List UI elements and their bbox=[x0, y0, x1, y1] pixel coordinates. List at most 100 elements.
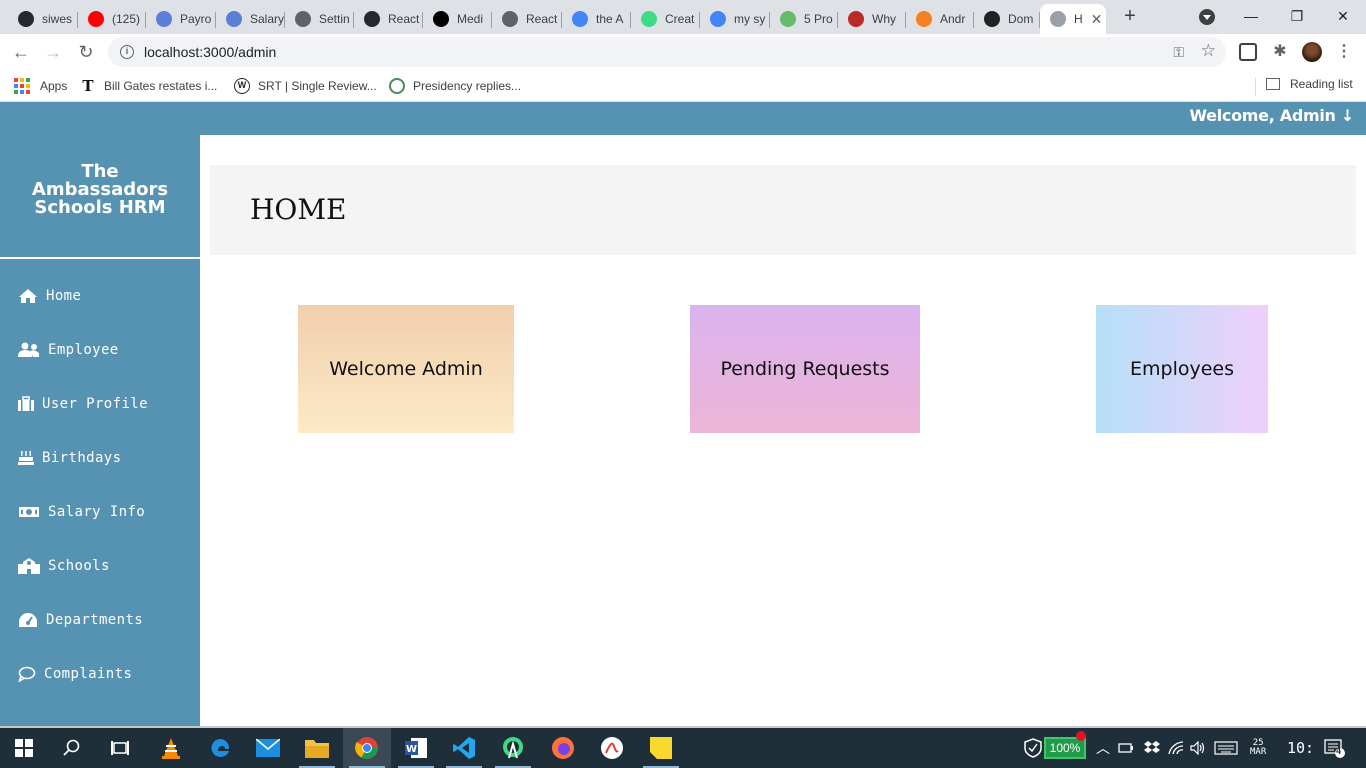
address-bar[interactable]: i localhost:3000/admin ⚿ ☆ bbox=[108, 37, 1226, 67]
chrome-icon[interactable] bbox=[343, 728, 391, 768]
minimize-button[interactable]: — bbox=[1228, 4, 1274, 28]
vlc-icon[interactable] bbox=[147, 728, 195, 768]
money-bill-icon bbox=[18, 504, 40, 520]
reload-icon[interactable]: ↻ bbox=[74, 40, 98, 64]
action-center-icon[interactable]: 4 bbox=[1324, 728, 1346, 768]
sidebar: The Ambassadors Schools HRM Home Employe… bbox=[0, 135, 200, 727]
defender-icon[interactable] bbox=[1024, 728, 1042, 768]
employees-card[interactable]: Employees bbox=[1096, 305, 1268, 433]
android-studio-icon[interactable] bbox=[489, 728, 537, 768]
reading-list-button[interactable]: Reading list bbox=[1266, 77, 1353, 91]
tab-label: Settin bbox=[319, 12, 350, 26]
tab-search-icon[interactable] bbox=[1199, 9, 1215, 25]
briefcase-icon bbox=[18, 396, 34, 412]
firefox-icon[interactable] bbox=[539, 728, 587, 768]
vscode-icon[interactable] bbox=[440, 728, 488, 768]
welcome-dropdown[interactable]: Welcome, Admin ↓ bbox=[1189, 106, 1354, 125]
restore-button[interactable]: ❐ bbox=[1274, 4, 1320, 28]
key-icon[interactable]: ⚿ bbox=[1173, 44, 1184, 61]
url-text[interactable]: localhost:3000/admin bbox=[144, 44, 276, 60]
google-icon bbox=[710, 11, 726, 27]
birthday-cake-icon bbox=[18, 450, 34, 466]
bookmark-star-icon[interactable]: ☆ bbox=[1201, 41, 1216, 61]
browser-tab[interactable]: the A bbox=[562, 4, 631, 34]
browser-tab[interactable]: Why bbox=[838, 4, 906, 34]
browser-tab[interactable]: siwes bbox=[8, 4, 78, 34]
globe-icon bbox=[156, 11, 172, 27]
tab-label: siwes bbox=[42, 12, 73, 26]
sidebar-item-employee[interactable]: Employee bbox=[18, 338, 119, 362]
keyboard-icon[interactable] bbox=[1214, 728, 1238, 768]
chevron-up-icon[interactable]: ︿ bbox=[1096, 728, 1110, 768]
school-icon bbox=[18, 558, 40, 574]
tab-label: Creat bbox=[665, 12, 695, 26]
browser-tab[interactable]: Settin bbox=[285, 4, 354, 34]
stackoverflow-icon bbox=[916, 11, 932, 27]
browser-tab[interactable]: Payro bbox=[146, 4, 216, 34]
browser-tab[interactable]: 5 Pro bbox=[770, 4, 838, 34]
android-icon bbox=[641, 11, 657, 27]
users-icon bbox=[18, 342, 40, 358]
tab-label: (125) bbox=[112, 12, 141, 26]
pending-requests-card[interactable]: Pending Requests bbox=[690, 305, 920, 433]
edge-icon[interactable] bbox=[196, 728, 244, 768]
profile-avatar[interactable] bbox=[1302, 42, 1322, 62]
word-icon[interactable]: W bbox=[392, 728, 440, 768]
sidebar-item-user-profile[interactable]: User Profile bbox=[18, 392, 148, 416]
task-view-icon[interactable] bbox=[96, 728, 144, 768]
power-plug-icon[interactable] bbox=[1118, 728, 1134, 768]
acrobat-icon[interactable] bbox=[588, 728, 636, 768]
sidebar-item-home[interactable]: Home bbox=[18, 284, 81, 308]
bookmark-apps[interactable]: Apps bbox=[14, 77, 67, 95]
extension-icon[interactable] bbox=[1239, 43, 1257, 61]
bookmark-item[interactable]: W SRT | Single Review... bbox=[234, 77, 377, 95]
page-title: HOME bbox=[250, 193, 347, 226]
back-arrow-icon[interactable]: ← bbox=[9, 40, 33, 64]
wifi-icon[interactable] bbox=[1168, 728, 1184, 768]
mail-icon[interactable] bbox=[244, 728, 292, 768]
date-month: MAR bbox=[1250, 747, 1267, 757]
browser-tab[interactable]: Medi bbox=[423, 4, 492, 34]
main-content: HOME Welcome Admin Pending Requests Empl… bbox=[200, 135, 1366, 727]
windows-taskbar: W 100% ︿ 25 MAR 10: 4 bbox=[0, 728, 1366, 768]
bookmark-item[interactable]: Presidency replies... bbox=[389, 77, 521, 95]
sidebar-item-label: Salary Info bbox=[48, 504, 146, 520]
tab-label: Andr bbox=[940, 12, 966, 26]
date-display[interactable]: 25 MAR bbox=[1250, 728, 1266, 768]
bookmark-item[interactable]: T Bill Gates restates i... bbox=[80, 77, 217, 95]
browser-tab[interactable]: Salary bbox=[216, 4, 285, 34]
sidebar-item-complaints[interactable]: Complaints bbox=[18, 662, 132, 686]
tab-label: Medi bbox=[457, 12, 484, 26]
dropbox-icon[interactable] bbox=[1144, 728, 1160, 768]
browser-tab[interactable]: Andr bbox=[906, 4, 974, 34]
wordpress-icon: W bbox=[234, 78, 250, 94]
site-info-icon[interactable]: i bbox=[120, 45, 134, 59]
close-tab-icon[interactable]: ✕ bbox=[1091, 11, 1103, 28]
sidebar-item-departments[interactable]: Departments bbox=[18, 608, 143, 632]
bookmark-label: SRT | Single Review... bbox=[258, 79, 377, 93]
browser-menu-icon[interactable]: ⋮ bbox=[1336, 42, 1352, 62]
windows-start-icon[interactable] bbox=[0, 728, 48, 768]
close-window-button[interactable]: ✕ bbox=[1320, 4, 1366, 28]
search-icon[interactable] bbox=[48, 728, 96, 768]
sidebar-item-schools[interactable]: Schools bbox=[18, 554, 110, 578]
new-tab-button[interactable]: + bbox=[1119, 6, 1141, 28]
volume-icon[interactable] bbox=[1190, 728, 1206, 768]
welcome-admin-card[interactable]: Welcome Admin bbox=[298, 305, 514, 433]
bookmarks-bar: Apps T Bill Gates restates i... W SRT | … bbox=[0, 70, 1366, 102]
browser-tab[interactable]: H ✕ bbox=[1040, 4, 1106, 34]
file-explorer-icon[interactable] bbox=[293, 728, 341, 768]
browser-tab[interactable]: Dom bbox=[974, 4, 1040, 34]
youtube-icon bbox=[88, 11, 104, 27]
browser-tab[interactable]: my sy bbox=[700, 4, 770, 34]
browser-tab[interactable]: React bbox=[492, 4, 562, 34]
browser-tab[interactable]: React bbox=[354, 4, 423, 34]
extensions-puzzle-icon[interactable]: ✱ bbox=[1271, 43, 1289, 61]
sidebar-item-salary-info[interactable]: Salary Info bbox=[18, 500, 145, 524]
browser-tab[interactable]: (125) bbox=[78, 4, 146, 34]
forward-arrow-icon[interactable]: → bbox=[41, 40, 65, 64]
clock[interactable]: 10: bbox=[1287, 728, 1314, 768]
sticky-notes-icon[interactable] bbox=[637, 728, 685, 768]
sidebar-item-birthdays[interactable]: Birthdays bbox=[18, 446, 121, 470]
browser-tab[interactable]: Creat bbox=[631, 4, 700, 34]
